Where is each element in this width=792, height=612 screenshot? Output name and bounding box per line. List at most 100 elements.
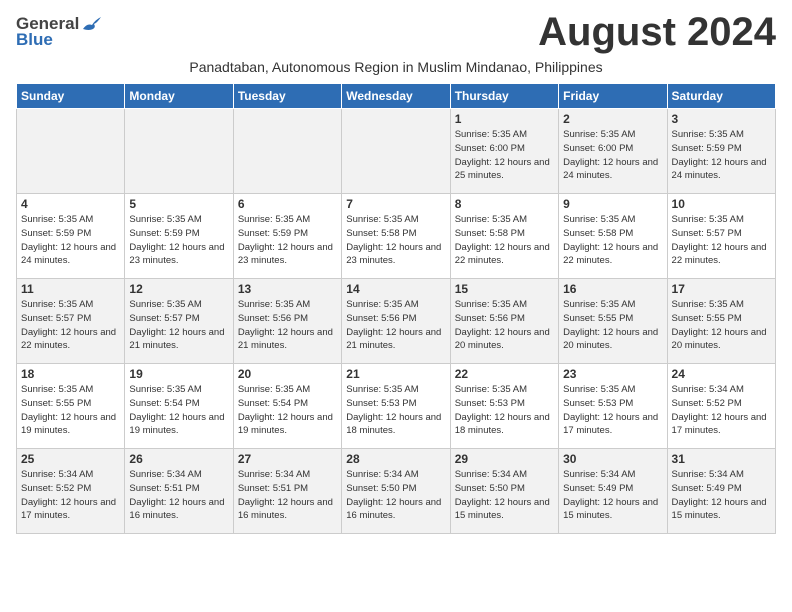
day-info: Sunrise: 5:34 AM Sunset: 5:49 PM Dayligh… bbox=[672, 468, 771, 523]
logo-bird-icon bbox=[81, 15, 103, 33]
calendar-week-row: 18Sunrise: 5:35 AM Sunset: 5:55 PM Dayli… bbox=[17, 364, 776, 449]
day-header-tuesday: Tuesday bbox=[233, 84, 341, 109]
calendar-cell: 18Sunrise: 5:35 AM Sunset: 5:55 PM Dayli… bbox=[17, 364, 125, 449]
day-info: Sunrise: 5:35 AM Sunset: 5:59 PM Dayligh… bbox=[129, 213, 228, 268]
day-info: Sunrise: 5:35 AM Sunset: 5:58 PM Dayligh… bbox=[346, 213, 445, 268]
day-info: Sunrise: 5:34 AM Sunset: 5:50 PM Dayligh… bbox=[346, 468, 445, 523]
day-number: 16 bbox=[563, 282, 662, 296]
day-number: 18 bbox=[21, 367, 120, 381]
day-info: Sunrise: 5:34 AM Sunset: 5:50 PM Dayligh… bbox=[455, 468, 554, 523]
calendar-cell: 21Sunrise: 5:35 AM Sunset: 5:53 PM Dayli… bbox=[342, 364, 450, 449]
calendar-cell: 28 Sunrise: 5:34 AM Sunset: 5:50 PM Dayli… bbox=[342, 449, 450, 534]
day-header-friday: Friday bbox=[559, 84, 667, 109]
day-info: Sunrise: 5:35 AM Sunset: 5:53 PM Dayligh… bbox=[346, 383, 445, 438]
calendar-week-row: 11 Sunrise: 5:35 AM Sunset: 5:57 PM Dayli… bbox=[17, 279, 776, 364]
day-number: 26 bbox=[129, 452, 228, 466]
calendar-cell: 11 Sunrise: 5:35 AM Sunset: 5:57 PM Dayli… bbox=[17, 279, 125, 364]
calendar-cell: 12 Sunrise: 5:35 AM Sunset: 5:57 PM Dayli… bbox=[125, 279, 233, 364]
day-header-wednesday: Wednesday bbox=[342, 84, 450, 109]
calendar-cell: 13 Sunrise: 5:35 AM Sunset: 5:56 PM Dayli… bbox=[233, 279, 341, 364]
calendar-week-row: 4 Sunrise: 5:35 AM Sunset: 5:59 PM Daylig… bbox=[17, 194, 776, 279]
day-info: Sunrise: 5:35 AM Sunset: 5:55 PM Dayligh… bbox=[672, 298, 771, 353]
day-info: Sunrise: 5:35 AM Sunset: 5:54 PM Dayligh… bbox=[129, 383, 228, 438]
day-number: 28 bbox=[346, 452, 445, 466]
calendar-cell: 3 Sunrise: 5:35 AM Sunset: 5:59 PM Daylig… bbox=[667, 109, 775, 194]
calendar-cell: 10Sunrise: 5:35 AM Sunset: 5:57 PM Dayli… bbox=[667, 194, 775, 279]
calendar-cell: 29 Sunrise: 5:34 AM Sunset: 5:50 PM Dayli… bbox=[450, 449, 558, 534]
day-info: Sunrise: 5:35 AM Sunset: 6:00 PM Dayligh… bbox=[455, 128, 554, 183]
calendar-cell bbox=[17, 109, 125, 194]
logo-blue-text: Blue bbox=[16, 30, 53, 50]
calendar-cell: 5 Sunrise: 5:35 AM Sunset: 5:59 PM Daylig… bbox=[125, 194, 233, 279]
day-number: 10 bbox=[672, 197, 771, 211]
day-number: 11 bbox=[21, 282, 120, 296]
day-info: Sunrise: 5:35 AM Sunset: 5:54 PM Dayligh… bbox=[238, 383, 337, 438]
logo: General Blue bbox=[16, 14, 103, 50]
calendar-cell: 17 Sunrise: 5:35 AM Sunset: 5:55 PM Dayli… bbox=[667, 279, 775, 364]
day-number: 29 bbox=[455, 452, 554, 466]
calendar-header-row: SundayMondayTuesdayWednesdayThursdayFrid… bbox=[17, 84, 776, 109]
calendar-cell: 23 Sunrise: 5:35 AM Sunset: 5:53 PM Dayli… bbox=[559, 364, 667, 449]
day-info: Sunrise: 5:35 AM Sunset: 5:59 PM Dayligh… bbox=[672, 128, 771, 183]
day-info: Sunrise: 5:35 AM Sunset: 5:58 PM Dayligh… bbox=[563, 213, 662, 268]
calendar-cell: 27Sunrise: 5:34 AM Sunset: 5:51 PM Dayli… bbox=[233, 449, 341, 534]
calendar-table: SundayMondayTuesdayWednesdayThursdayFrid… bbox=[16, 83, 776, 534]
calendar-cell bbox=[342, 109, 450, 194]
calendar-cell: 22Sunrise: 5:35 AM Sunset: 5:53 PM Dayli… bbox=[450, 364, 558, 449]
day-number: 6 bbox=[238, 197, 337, 211]
day-number: 4 bbox=[21, 197, 120, 211]
day-number: 12 bbox=[129, 282, 228, 296]
calendar-cell bbox=[125, 109, 233, 194]
calendar-cell bbox=[233, 109, 341, 194]
day-info: Sunrise: 5:35 AM Sunset: 5:53 PM Dayligh… bbox=[563, 383, 662, 438]
calendar-cell: 9 Sunrise: 5:35 AM Sunset: 5:58 PM Daylig… bbox=[559, 194, 667, 279]
day-header-thursday: Thursday bbox=[450, 84, 558, 109]
calendar-cell: 19 Sunrise: 5:35 AM Sunset: 5:54 PM Dayli… bbox=[125, 364, 233, 449]
day-number: 17 bbox=[672, 282, 771, 296]
calendar-cell: 4 Sunrise: 5:35 AM Sunset: 5:59 PM Daylig… bbox=[17, 194, 125, 279]
calendar-week-row: 1 Sunrise: 5:35 AM Sunset: 6:00 PM Daylig… bbox=[17, 109, 776, 194]
day-info: Sunrise: 5:35 AM Sunset: 5:59 PM Dayligh… bbox=[21, 213, 120, 268]
day-number: 30 bbox=[563, 452, 662, 466]
calendar-cell: 15Sunrise: 5:35 AM Sunset: 5:56 PM Dayli… bbox=[450, 279, 558, 364]
header: General Blue August 2024 bbox=[16, 10, 776, 55]
calendar-cell: 2 Sunrise: 5:35 AM Sunset: 6:00 PM Daylig… bbox=[559, 109, 667, 194]
day-number: 23 bbox=[563, 367, 662, 381]
calendar-cell: 8 Sunrise: 5:35 AM Sunset: 5:58 PM Daylig… bbox=[450, 194, 558, 279]
day-info: Sunrise: 5:35 AM Sunset: 5:55 PM Dayligh… bbox=[563, 298, 662, 353]
day-number: 1 bbox=[455, 112, 554, 126]
month-title: August 2024 bbox=[538, 10, 776, 55]
day-info: Sunrise: 5:34 AM Sunset: 5:51 PM Dayligh… bbox=[238, 468, 337, 523]
calendar-cell: 16 Sunrise: 5:35 AM Sunset: 5:55 PM Dayli… bbox=[559, 279, 667, 364]
day-number: 3 bbox=[672, 112, 771, 126]
day-info: Sunrise: 5:35 AM Sunset: 6:00 PM Dayligh… bbox=[563, 128, 662, 183]
day-number: 5 bbox=[129, 197, 228, 211]
calendar-cell: 1 Sunrise: 5:35 AM Sunset: 6:00 PM Daylig… bbox=[450, 109, 558, 194]
day-number: 13 bbox=[238, 282, 337, 296]
day-info: Sunrise: 5:34 AM Sunset: 5:49 PM Dayligh… bbox=[563, 468, 662, 523]
calendar-cell: 31 Sunrise: 5:34 AM Sunset: 5:49 PM Dayli… bbox=[667, 449, 775, 534]
calendar-cell: 24Sunrise: 5:34 AM Sunset: 5:52 PM Dayli… bbox=[667, 364, 775, 449]
day-number: 9 bbox=[563, 197, 662, 211]
day-header-sunday: Sunday bbox=[17, 84, 125, 109]
day-info: Sunrise: 5:35 AM Sunset: 5:56 PM Dayligh… bbox=[238, 298, 337, 353]
day-number: 20 bbox=[238, 367, 337, 381]
day-info: Sunrise: 5:35 AM Sunset: 5:58 PM Dayligh… bbox=[455, 213, 554, 268]
day-info: Sunrise: 5:35 AM Sunset: 5:57 PM Dayligh… bbox=[129, 298, 228, 353]
day-number: 31 bbox=[672, 452, 771, 466]
day-info: Sunrise: 5:34 AM Sunset: 5:52 PM Dayligh… bbox=[21, 468, 120, 523]
day-number: 24 bbox=[672, 367, 771, 381]
calendar-cell: 20 Sunrise: 5:35 AM Sunset: 5:54 PM Dayli… bbox=[233, 364, 341, 449]
day-number: 2 bbox=[563, 112, 662, 126]
subtitle: Panadtaban, Autonomous Region in Muslim … bbox=[16, 59, 776, 75]
calendar-cell: 26Sunrise: 5:34 AM Sunset: 5:51 PM Dayli… bbox=[125, 449, 233, 534]
calendar-cell: 30 Sunrise: 5:34 AM Sunset: 5:49 PM Dayli… bbox=[559, 449, 667, 534]
day-number: 7 bbox=[346, 197, 445, 211]
day-number: 19 bbox=[129, 367, 228, 381]
day-number: 25 bbox=[21, 452, 120, 466]
calendar-cell: 6Sunrise: 5:35 AM Sunset: 5:59 PM Daylig… bbox=[233, 194, 341, 279]
day-number: 8 bbox=[455, 197, 554, 211]
day-info: Sunrise: 5:35 AM Sunset: 5:56 PM Dayligh… bbox=[455, 298, 554, 353]
day-info: Sunrise: 5:35 AM Sunset: 5:57 PM Dayligh… bbox=[21, 298, 120, 353]
day-number: 14 bbox=[346, 282, 445, 296]
